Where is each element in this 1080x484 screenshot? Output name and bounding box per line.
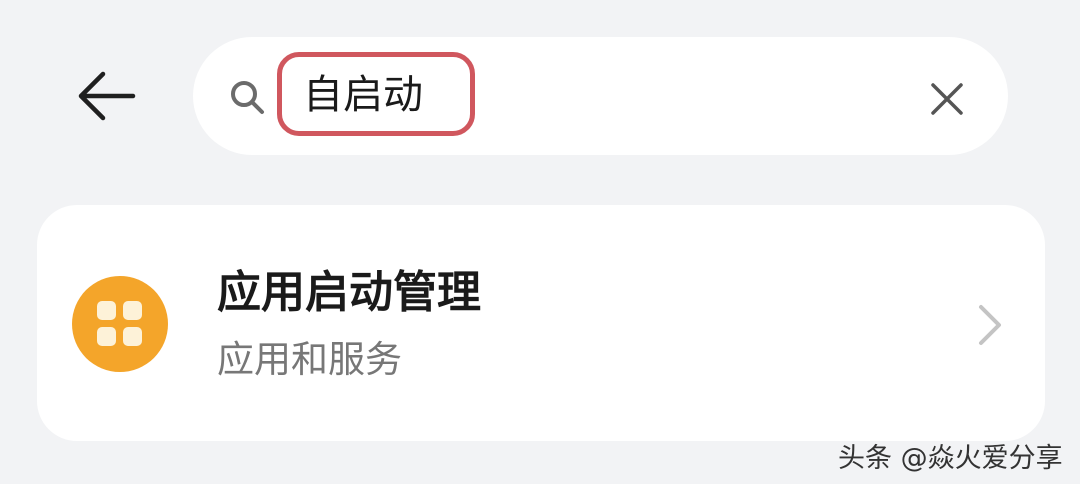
chevron-right-icon [979, 305, 1001, 345]
search-input[interactable] [303, 65, 463, 125]
search-icon [231, 81, 264, 114]
result-item-app-launch-management[interactable]: 应用启动管理 应用和服务 [37, 205, 1045, 441]
clear-button[interactable] [921, 73, 973, 125]
search-bar[interactable] [193, 37, 1008, 155]
back-button[interactable] [70, 64, 142, 128]
result-title: 应用启动管理 [217, 267, 481, 318]
arrow-left-icon [78, 71, 136, 121]
close-icon [931, 83, 963, 115]
watermark: 头条 @焱火爱分享 [838, 443, 1063, 474]
result-subtitle: 应用和服务 [217, 338, 402, 381]
app-grid-icon [72, 276, 168, 372]
